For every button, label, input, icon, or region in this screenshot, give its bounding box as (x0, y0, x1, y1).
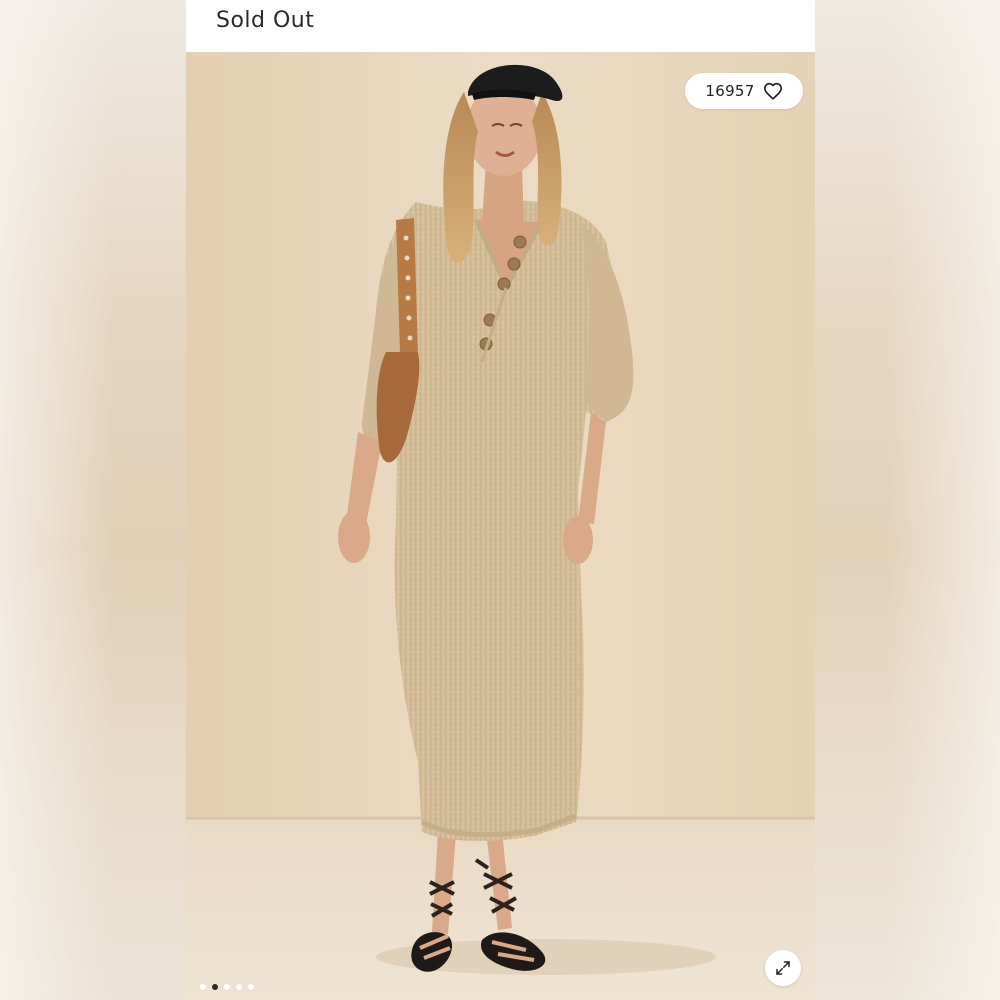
carousel-dot-5[interactable] (248, 984, 254, 990)
blurred-background-right (815, 0, 1000, 1000)
product-photo-illustration (186, 52, 815, 1000)
product-card: Sold Out 16957 (186, 0, 815, 1000)
like-button[interactable]: 16957 (685, 73, 803, 109)
carousel-dot-3[interactable] (224, 984, 230, 990)
blurred-background-left (0, 0, 186, 1000)
heart-outline-icon (763, 82, 783, 100)
card-header: Sold Out (186, 0, 815, 52)
carousel-indicator (200, 984, 254, 990)
like-count: 16957 (705, 82, 755, 100)
product-photo[interactable]: 16957 (186, 52, 815, 1000)
expand-button[interactable] (765, 950, 801, 986)
sold-out-label: Sold Out (216, 8, 315, 33)
carousel-dot-1[interactable] (200, 984, 206, 990)
expand-arrows-icon (774, 959, 792, 977)
carousel-dot-2-active[interactable] (212, 984, 218, 990)
carousel-dot-4[interactable] (236, 984, 242, 990)
